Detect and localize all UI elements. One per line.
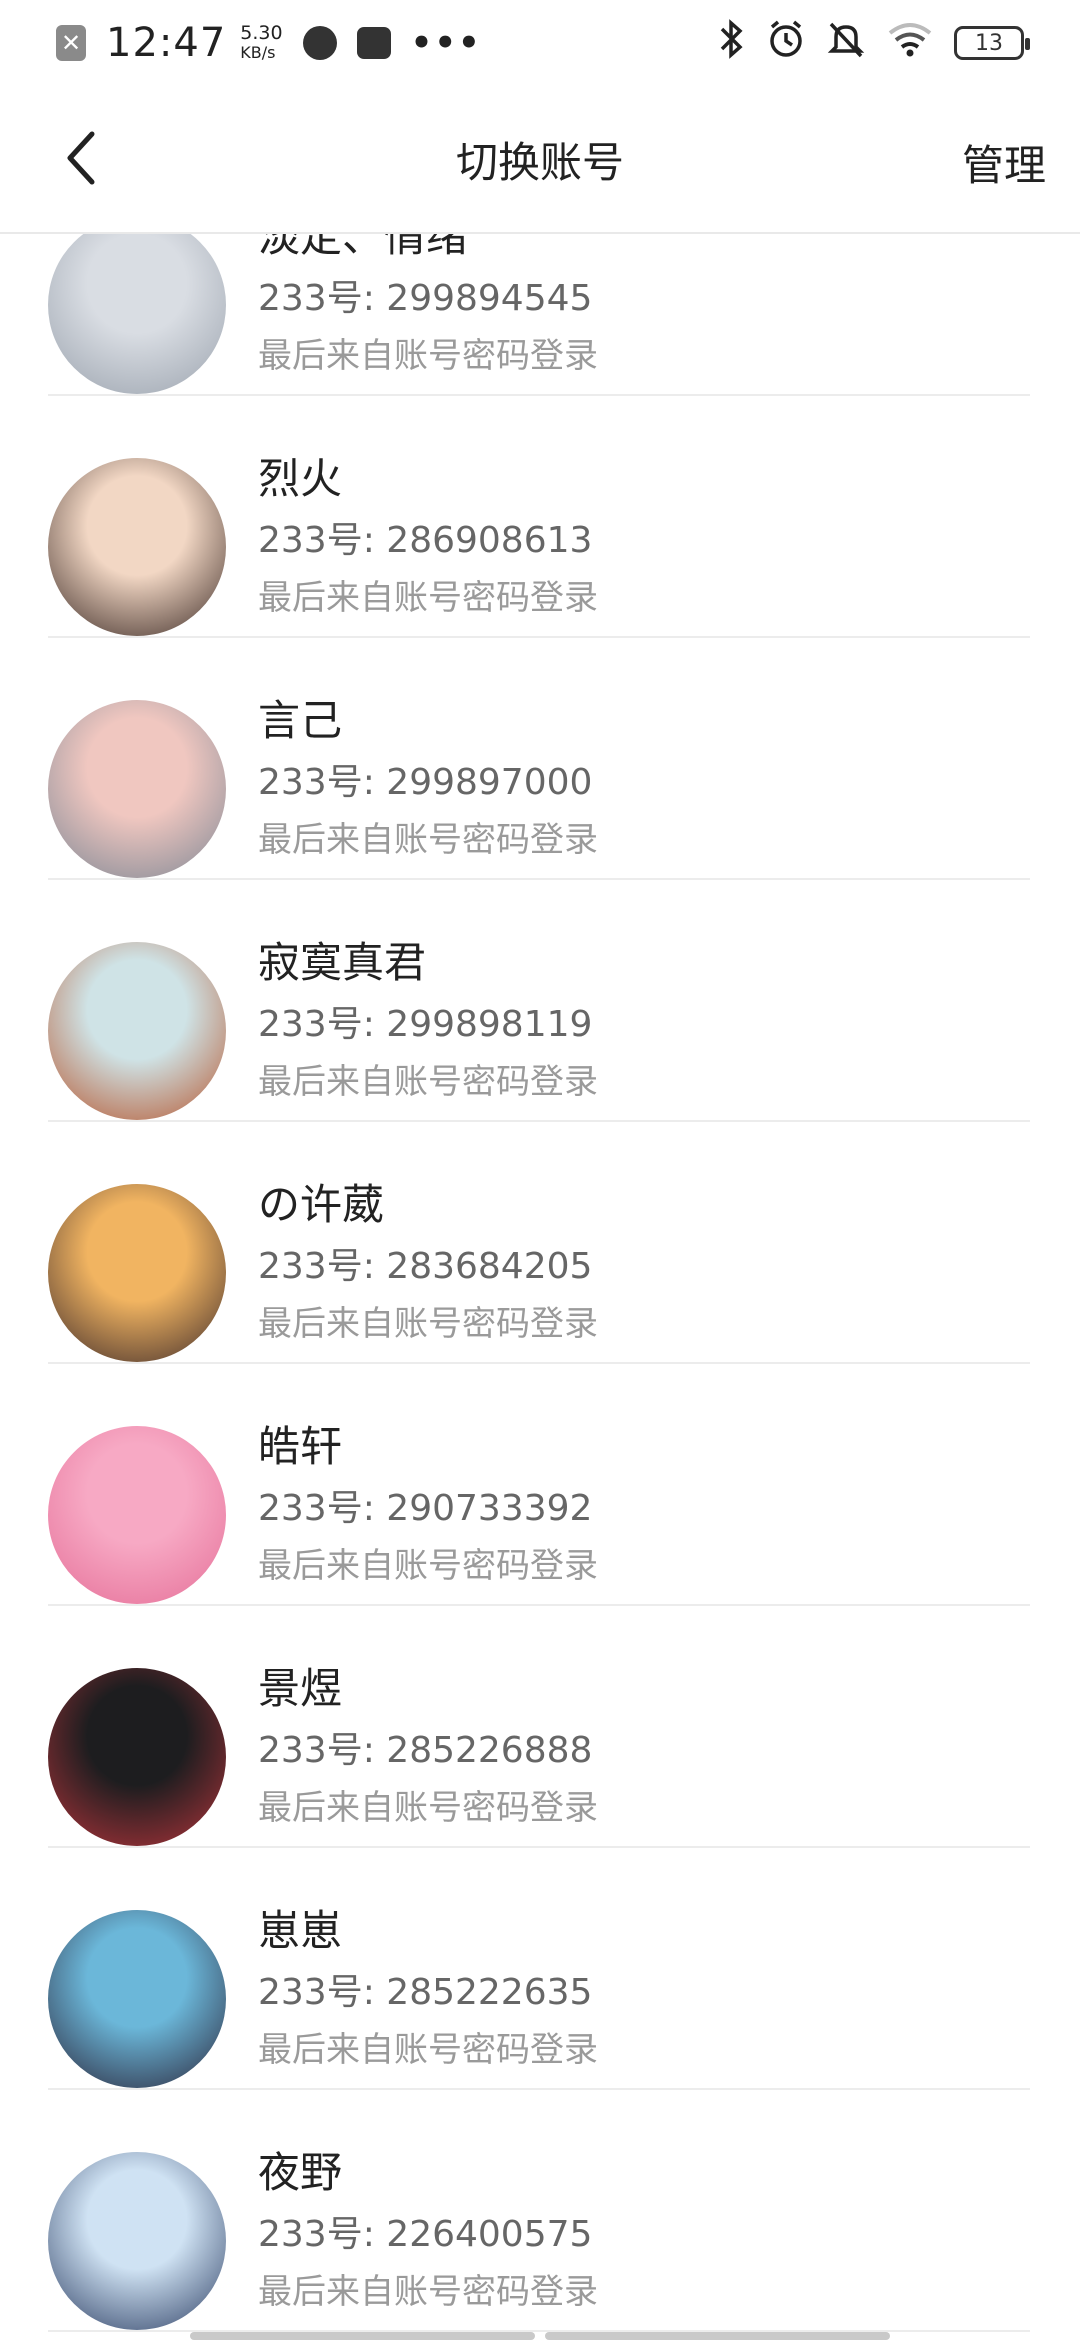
- account-name: の许葳: [258, 1180, 385, 1229]
- account-row[interactable]: 寂寞真君 233号: 299898119 最后来自账号密码登录: [0, 880, 1080, 1122]
- account-id: 233号: 286908613: [258, 520, 593, 561]
- avatar: [48, 700, 226, 878]
- account-info: 崽崽 233号: 285222635 最后来自账号密码登录: [258, 1904, 598, 2072]
- account-id: 233号: 285226888: [258, 1730, 593, 1771]
- bluetooth-icon: [718, 18, 746, 68]
- account-list: 淡定、情绪 233号: 299894545 最后来自账号密码登录 烈火 233号…: [0, 234, 1080, 2340]
- clock: 12:47: [106, 20, 227, 66]
- account-info: 烈火 233号: 286908613 最后来自账号密码登录: [258, 452, 598, 620]
- account-name: 皓轩: [258, 1422, 343, 1471]
- account-row[interactable]: 淡定、情绪 233号: 299894545 最后来自账号密码登录: [0, 234, 1080, 396]
- account-id: 233号: 226400575: [258, 2214, 593, 2255]
- more-notifications-icon: •••: [410, 23, 482, 63]
- account-row[interactable]: 夜野 233号: 226400575 最后来自账号密码登录: [0, 2090, 1080, 2332]
- last-login-method: 最后来自账号密码登录: [258, 336, 598, 376]
- app-notification-icon: [356, 27, 391, 59]
- back-button[interactable]: [48, 126, 112, 190]
- account-id: 233号: 299898119: [258, 1004, 593, 1045]
- gesture-bar[interactable]: [190, 2332, 890, 2340]
- account-name: 景煜: [258, 1664, 343, 1713]
- gesture-bar-right: [545, 2332, 890, 2340]
- account-row[interactable]: 烈火 233号: 286908613 最后来自账号密码登录: [0, 396, 1080, 638]
- account-info: の许葳 233号: 283684205 最后来自账号密码登录: [258, 1178, 598, 1346]
- status-left: ✕ 12:47 5.30 KB/s •••: [56, 20, 482, 66]
- avatar: [48, 1668, 226, 1846]
- avatar: [48, 942, 226, 1120]
- last-login-method: 最后来自账号密码登录: [258, 2272, 598, 2312]
- status-bar: ✕ 12:47 5.30 KB/s ••• 13: [0, 0, 1080, 86]
- network-speed-unit: KB/s: [240, 43, 276, 62]
- last-login-method: 最后来自账号密码登录: [258, 1304, 598, 1344]
- last-login-method: 最后来自账号密码登录: [258, 1788, 598, 1828]
- alarm-icon: [766, 19, 806, 68]
- battery-level: 13: [975, 30, 1003, 56]
- account-name: 夜野: [258, 2148, 343, 2197]
- avatar: [48, 1426, 226, 1604]
- back-arrow-icon: [67, 131, 95, 185]
- account-info: 淡定、情绪 233号: 299894545 最后来自账号密码登录: [258, 234, 598, 378]
- page-title: 切换账号: [455, 137, 624, 187]
- account-info: 皓轩 233号: 290733392 最后来自账号密码登录: [258, 1420, 598, 1588]
- last-login-method: 最后来自账号密码登录: [258, 1062, 598, 1102]
- account-id: 233号: 299897000: [258, 762, 593, 803]
- notification-close-icon: ✕: [56, 25, 86, 61]
- screen: ✕ 12:47 5.30 KB/s ••• 13 切换账号 管理 淡定、情绪 2…: [0, 0, 1080, 2340]
- account-list-inner: 淡定、情绪 233号: 299894545 最后来自账号密码登录 烈火 233号…: [0, 234, 1080, 2332]
- avatar: [48, 1910, 226, 2088]
- last-login-method: 最后来自账号密码登录: [258, 2030, 598, 2070]
- avatar: [48, 2152, 226, 2330]
- account-name: 烈火: [258, 454, 343, 503]
- account-row[interactable]: 崽崽 233号: 285222635 最后来自账号密码登录: [0, 1848, 1080, 2090]
- account-name: 崽崽: [258, 1906, 343, 1955]
- account-id: 233号: 299894545: [258, 278, 593, 319]
- account-id: 233号: 290733392: [258, 1488, 593, 1529]
- speedometer-icon: [302, 26, 337, 60]
- avatar: [48, 1184, 226, 1362]
- gesture-bar-left: [190, 2332, 535, 2340]
- network-speed: 5.30 KB/s: [240, 23, 282, 63]
- account-row[interactable]: 皓轩 233号: 290733392 最后来自账号密码登录: [0, 1364, 1080, 1606]
- account-row[interactable]: の许葳 233号: 283684205 最后来自账号密码登录: [0, 1122, 1080, 1364]
- account-name: 淡定、情绪: [258, 234, 469, 261]
- account-info: 景煜 233号: 285226888 最后来自账号密码登录: [258, 1662, 598, 1830]
- mute-bell-icon: [826, 19, 866, 68]
- account-info: 言己 233号: 299897000 最后来自账号密码登录: [258, 694, 598, 862]
- status-right: 13: [718, 18, 1030, 68]
- last-login-method: 最后来自账号密码登录: [258, 820, 598, 860]
- manage-button[interactable]: 管理: [962, 132, 1046, 193]
- avatar: [48, 458, 226, 636]
- last-login-method: 最后来自账号密码登录: [258, 1546, 598, 1586]
- account-row[interactable]: 景煜 233号: 285226888 最后来自账号密码登录: [0, 1606, 1080, 1848]
- account-name: 言己: [258, 696, 343, 745]
- top-app-bar: 切换账号 管理: [0, 86, 1080, 234]
- account-id: 233号: 285222635: [258, 1972, 593, 2013]
- battery-indicator: 13: [954, 26, 1030, 60]
- last-login-method: 最后来自账号密码登录: [258, 578, 598, 618]
- avatar: [48, 234, 226, 394]
- account-name: 寂寞真君: [258, 938, 427, 987]
- network-speed-value: 5.30: [240, 22, 283, 44]
- account-row[interactable]: 言己 233号: 299897000 最后来自账号密码登录: [0, 638, 1080, 880]
- wifi-icon: [886, 19, 934, 68]
- account-info: 夜野 233号: 226400575 最后来自账号密码登录: [258, 2146, 598, 2314]
- account-id: 233号: 283684205: [258, 1246, 593, 1287]
- account-info: 寂寞真君 233号: 299898119 最后来自账号密码登录: [258, 936, 598, 1104]
